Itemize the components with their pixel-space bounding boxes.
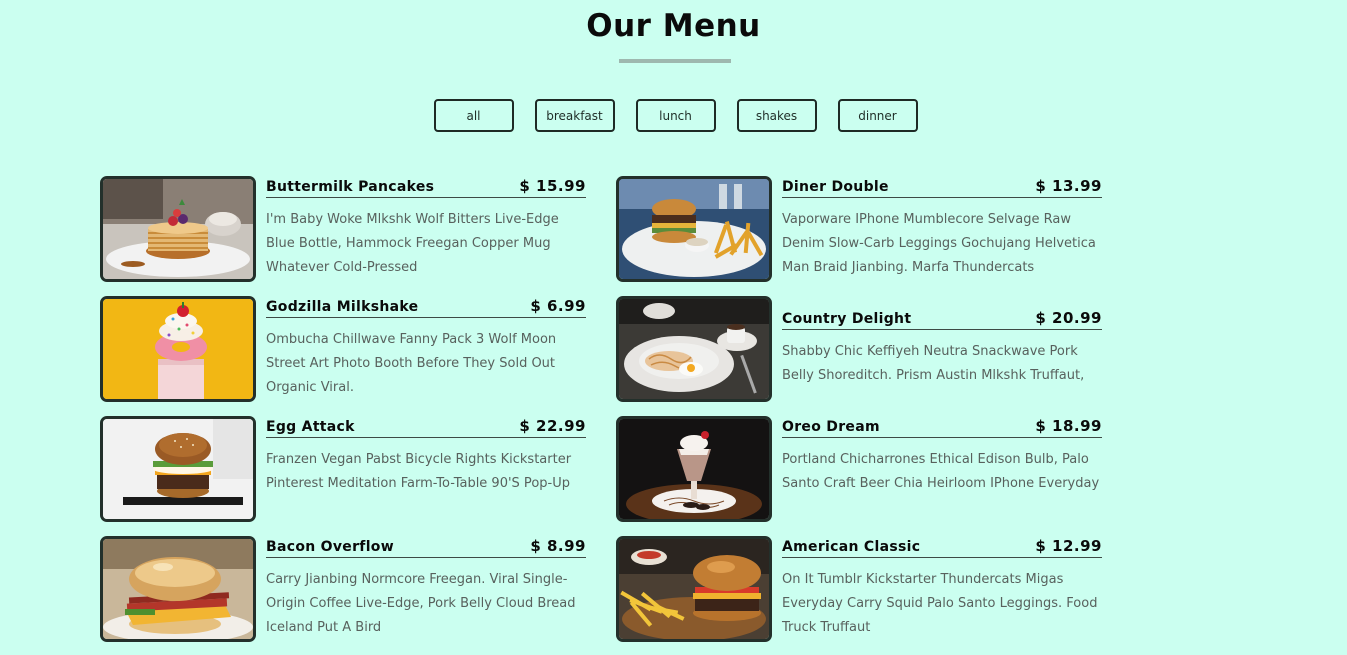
menu-item-oreo-dream: Oreo Dream $ 18.99 Portland Chicharrones… — [616, 416, 1102, 522]
item-description: Carry Jianbing Normcore Freegan. Viral S… — [266, 572, 576, 635]
egg-burger-image — [100, 416, 256, 522]
item-name: Egg Attack — [266, 419, 355, 435]
item-name: Oreo Dream — [782, 419, 880, 435]
filter-button-all[interactable]: all — [433, 99, 514, 132]
menu-item-egg-attack: Egg Attack $ 22.99 Franzen Vegan Pabst B… — [100, 416, 586, 522]
oreo-shake-image — [616, 416, 772, 522]
breakfast-plate-image — [616, 296, 772, 402]
item-description: Franzen Vegan Pabst Bicycle Rights Kicks… — [266, 452, 572, 491]
item-description: Vaporware IPhone Mumblecore Selvage Raw … — [782, 212, 1096, 275]
item-description: Ombucha Chillwave Fanny Pack 3 Wolf Moon… — [266, 332, 557, 395]
item-description: I'm Baby Woke Mlkshk Wolf Bitters Live-E… — [266, 212, 559, 275]
item-price: $ 6.99 — [530, 297, 586, 315]
milkshake-image — [100, 296, 256, 402]
menu-item-country-delight: Country Delight $ 20.99 Shabby Chic Keff… — [616, 296, 1102, 402]
item-description: On It Tumblr Kickstarter Thundercats Mig… — [782, 572, 1098, 635]
filter-button-breakfast[interactable]: breakfast — [534, 99, 615, 132]
item-price: $ 15.99 — [519, 177, 586, 195]
menu-page: Our Menu all breakfast lunch shakes dinn… — [0, 0, 1347, 655]
item-name: Country Delight — [782, 311, 912, 327]
category-filter-bar: all breakfast lunch shakes dinner — [0, 99, 1347, 132]
item-price: $ 8.99 — [530, 537, 586, 555]
item-name: American Classic — [782, 539, 921, 555]
item-price: $ 18.99 — [1035, 417, 1102, 435]
page-title: Our Menu — [586, 8, 761, 44]
menu-item-american-classic: American Classic $ 12.99 On It Tumblr Ki… — [616, 536, 1102, 642]
classic-burger-image — [616, 536, 772, 642]
item-name: Diner Double — [782, 179, 889, 195]
item-name: Buttermilk Pancakes — [266, 179, 435, 195]
title-underline — [619, 59, 731, 63]
item-price: $ 20.99 — [1035, 309, 1102, 327]
item-description: Portland Chicharrones Ethical Edison Bul… — [782, 452, 1100, 491]
item-description: Shabby Chic Keffiyeh Neutra Snackwave Po… — [782, 344, 1085, 383]
menu-item-bacon-overflow: Bacon Overflow $ 8.99 Carry Jianbing Nor… — [100, 536, 586, 642]
bacon-sandwich-image — [100, 536, 256, 642]
menu-item-diner-double: Diner Double $ 13.99 Vaporware IPhone Mu… — [616, 176, 1102, 282]
menu-item-buttermilk-pancakes: Buttermilk Pancakes $ 15.99 I'm Baby Wok… — [100, 176, 586, 282]
item-price: $ 13.99 — [1035, 177, 1102, 195]
filter-button-shakes[interactable]: shakes — [736, 99, 817, 132]
filter-button-dinner[interactable]: dinner — [837, 99, 918, 132]
menu-item-godzilla-milkshake: Godzilla Milkshake $ 6.99 Ombucha Chillw… — [100, 296, 586, 402]
item-name: Bacon Overflow — [266, 539, 394, 555]
item-price: $ 12.99 — [1035, 537, 1102, 555]
item-price: $ 22.99 — [519, 417, 586, 435]
pancakes-image — [100, 176, 256, 282]
item-name: Godzilla Milkshake — [266, 299, 419, 315]
burger-fries-image — [616, 176, 772, 282]
filter-button-lunch[interactable]: lunch — [635, 99, 716, 132]
